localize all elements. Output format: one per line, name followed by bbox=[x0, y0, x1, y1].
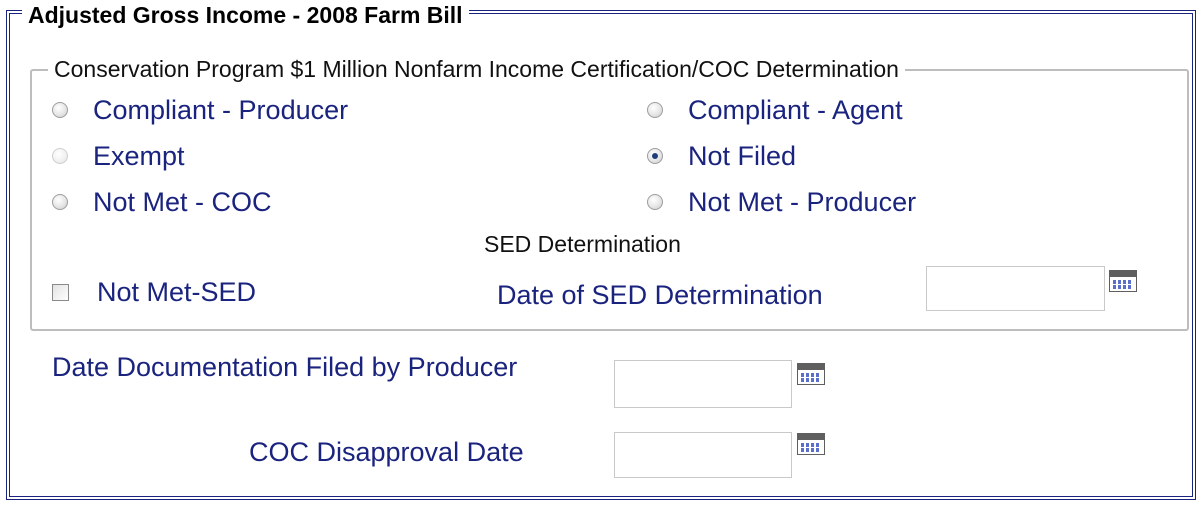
calendar-icon[interactable] bbox=[1109, 270, 1137, 292]
radio-label-exempt: Exempt bbox=[93, 141, 185, 171]
coc-disapproval-input[interactable] bbox=[614, 432, 792, 478]
calendar-icon[interactable] bbox=[797, 433, 825, 455]
sed-date-label: Date of SED Determination bbox=[497, 280, 823, 310]
radio-label-not-met-producer: Not Met - Producer bbox=[688, 187, 917, 217]
sed-date-input[interactable] bbox=[926, 266, 1105, 311]
doc-filed-label: Date Documentation Filed by Producer bbox=[52, 352, 518, 382]
section-title: Adjusted Gross Income - 2008 Farm Bill bbox=[22, 0, 469, 30]
radio-not-met-producer[interactable] bbox=[647, 194, 663, 210]
radio-compliant-agent[interactable] bbox=[647, 102, 663, 118]
not-met-sed-checkbox[interactable] bbox=[52, 284, 69, 301]
group-title: Conservation Program $1 Million Nonfarm … bbox=[48, 54, 905, 84]
doc-filed-input[interactable] bbox=[614, 360, 792, 408]
radio-not-filed[interactable] bbox=[647, 148, 663, 164]
radio-exempt[interactable] bbox=[52, 148, 68, 164]
radio-compliant-producer[interactable] bbox=[52, 102, 68, 118]
radio-label-not-filed: Not Filed bbox=[688, 141, 797, 171]
not-met-sed-label: Not Met-SED bbox=[97, 277, 257, 307]
radio-not-met-coc[interactable] bbox=[52, 194, 68, 210]
coc-disapproval-label: COC Disapproval Date bbox=[249, 437, 524, 467]
sed-determination-heading: SED Determination bbox=[484, 231, 681, 257]
radio-selected-dot bbox=[652, 153, 658, 159]
radio-label-compliant-agent: Compliant - Agent bbox=[688, 95, 903, 125]
radio-label-not-met-coc: Not Met - COC bbox=[93, 187, 272, 217]
radio-label-compliant-producer: Compliant - Producer bbox=[93, 95, 349, 125]
calendar-icon[interactable] bbox=[797, 363, 825, 385]
